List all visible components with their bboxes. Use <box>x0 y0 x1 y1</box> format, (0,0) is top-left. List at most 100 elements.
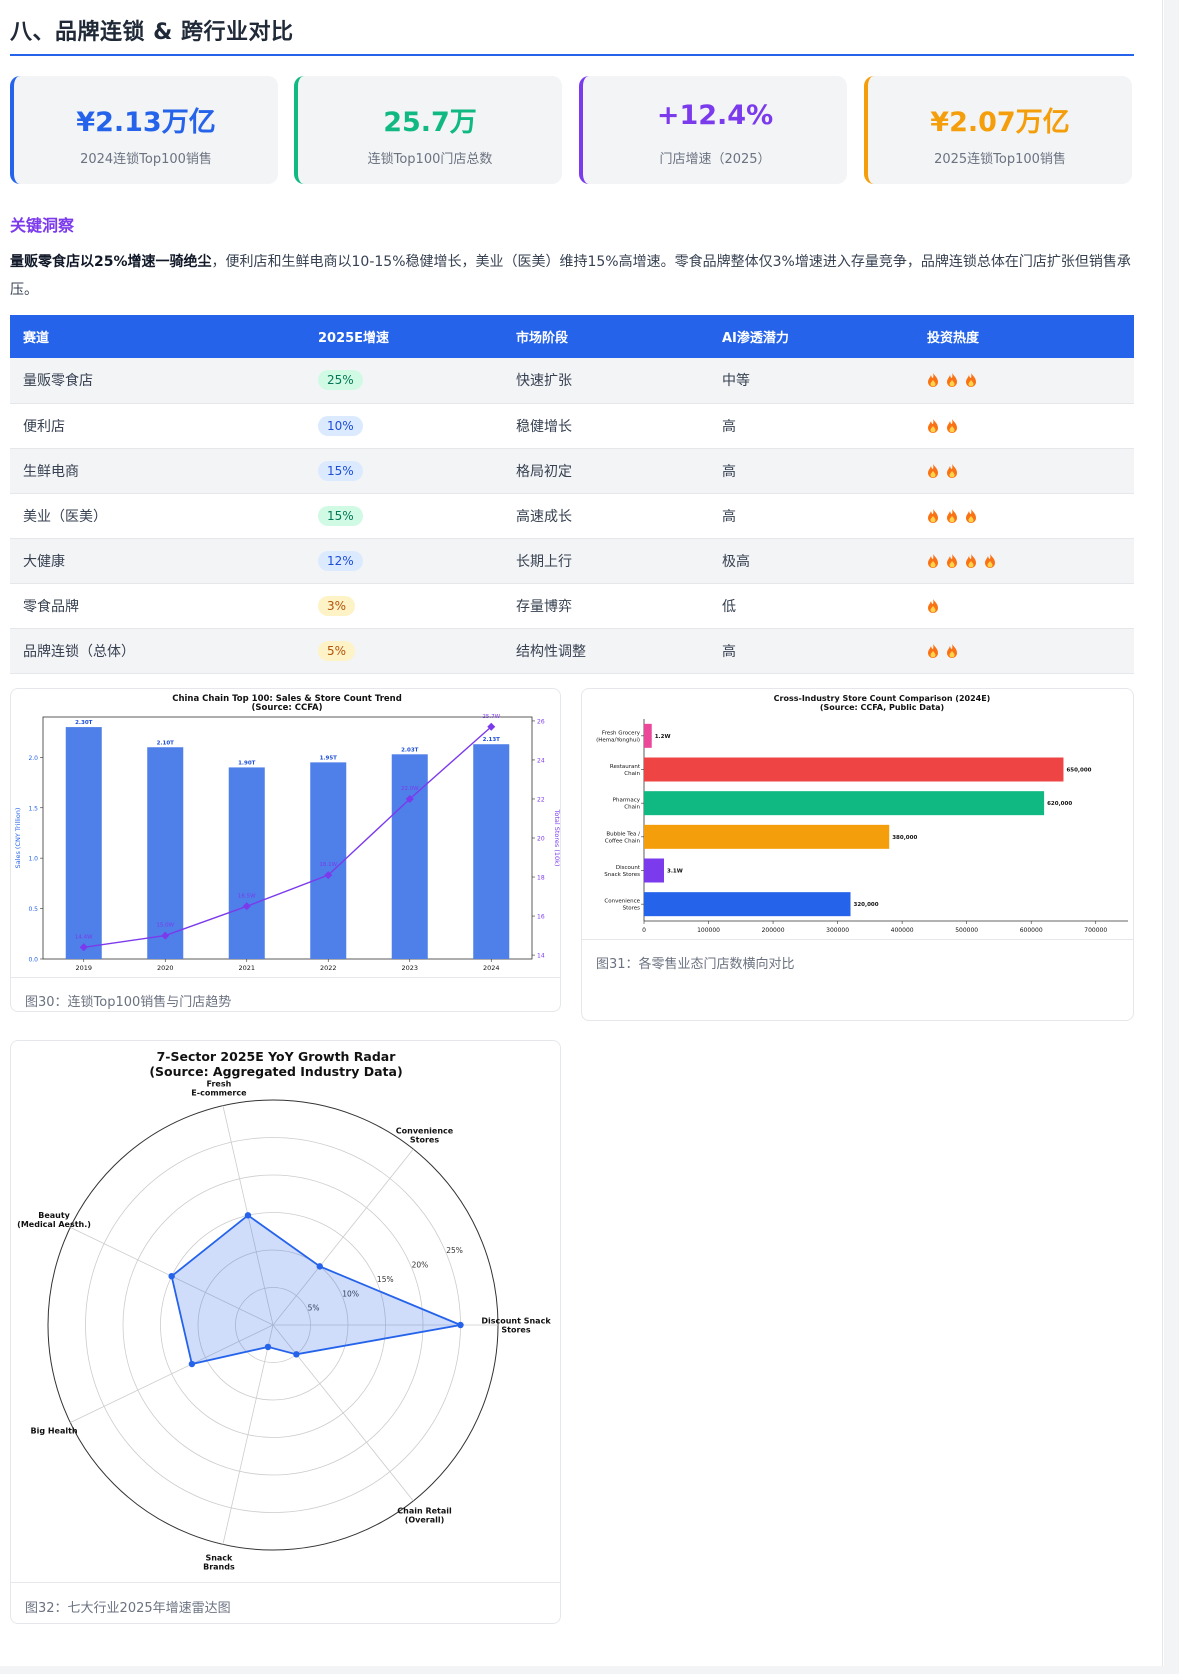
flame-icon <box>928 463 938 478</box>
kpi-value: 25.7万 <box>383 107 477 138</box>
col-header-track: 赛道 <box>10 315 305 358</box>
y-tick-label: 2.0 <box>28 755 38 762</box>
category-label: Pharmacy <box>613 798 641 804</box>
y2-tick-label: 14 <box>537 953 545 960</box>
growth-badge: 25% <box>318 370 363 391</box>
table-body: 量贩零食店 25% 快速扩张 中等 便利店 10% 稳健增长高生鲜电商 15% 格局初定高美业（… <box>10 358 1134 674</box>
cell-stage: 长期上行 <box>503 538 709 584</box>
growth-point <box>316 1263 323 1270</box>
flame-icon <box>985 553 995 568</box>
y2-tick-label: 22 <box>537 796 545 803</box>
table-row: 美业（医美） 15% 高速成长高 <box>10 493 1134 539</box>
bar-value-label: 650,000 <box>1066 768 1091 774</box>
radial-tick-label: 20% <box>412 1261 429 1270</box>
chart-subtitle: (Source: Aggregated Industry Data) <box>149 1064 402 1079</box>
cell-heat <box>914 628 1134 674</box>
kpi-value: +12.4% <box>656 100 774 131</box>
x-tick-label: 2022 <box>320 964 337 972</box>
category-label: Snack Stores <box>604 872 640 878</box>
table-row: 生鲜电商 15% 格局初定高 <box>10 448 1134 494</box>
category-label: Convenience <box>604 899 640 905</box>
kpi-label: 连锁Top100门店总数 <box>367 152 493 167</box>
growth-point <box>264 1343 272 1351</box>
bar <box>644 858 665 883</box>
category-label: Fresh Grocery <box>602 730 641 736</box>
flame-icon <box>928 418 938 433</box>
sector-table: 赛道 2025E增速 市场阶段 AI渗透潜力 投资热度 量贩零食店 25% 快速扩张… <box>10 315 1134 674</box>
flame-icon <box>928 553 938 568</box>
axis-label: E-commerce <box>191 1089 247 1098</box>
cell-track: 品牌连锁（总体） <box>10 628 305 674</box>
y2-tick-label: 26 <box>537 718 545 725</box>
y-tick-label: 1.5 <box>28 805 38 812</box>
col-header-ai: AI渗透潜力 <box>709 315 914 358</box>
axis-label: Convenience <box>396 1127 454 1136</box>
line-value-label: 14.4W <box>75 934 93 940</box>
bar-value-label: 1.2W <box>655 734 671 740</box>
y-tick-label: 0.0 <box>28 957 38 964</box>
cell-stage: 存量博弈 <box>503 583 709 629</box>
insight-paragraph: 量贩零食店以25%增速一骑绝尘，便利店和生鲜电商以10-15%稳健增长，美业（医… <box>10 248 1134 304</box>
flame-icon <box>928 373 938 388</box>
insight-title: 关键洞察 <box>10 216 75 235</box>
growth-series-area <box>170 1214 464 1366</box>
y-tick-label: 0.5 <box>28 906 38 913</box>
x-tick-label: 600000 <box>1020 927 1043 934</box>
bar <box>65 727 102 959</box>
kpi-card-store-growth: +12.4% 门店增速（2025） <box>579 76 847 184</box>
line-value-label: 16.5W <box>238 893 256 899</box>
figure-card-growth-radar: 7-Sector 2025E YoY Growth Radar (Source: … <box>10 1040 561 1624</box>
x-tick-label: 700000 <box>1084 927 1107 934</box>
axis-label: Beauty <box>38 1211 70 1220</box>
cell-track: 美业（医美） <box>10 493 305 539</box>
cell-growth: 15% <box>305 448 503 494</box>
figure-card-chain-trend: China Chain Top 100: Sales & Store Count… <box>10 688 561 1012</box>
flame-icon <box>966 508 976 523</box>
cell-growth: 10% <box>305 403 503 449</box>
radial-tick-label: 25% <box>446 1246 463 1255</box>
table-header-row: 赛道 2025E增速 市场阶段 AI渗透潜力 投资热度 <box>10 315 1134 358</box>
bar <box>644 723 652 748</box>
growth-point <box>188 1360 196 1368</box>
cell-stage: 结构性调整 <box>503 628 709 674</box>
growth-badge: 10% <box>318 415 363 436</box>
x-tick-label: 2024 <box>483 964 500 972</box>
x-tick-label: 2020 <box>157 964 174 972</box>
growth-radar-chart: 7-Sector 2025E YoY Growth Radar(Source: … <box>17 1049 551 1571</box>
line-value-label: 25.7W <box>482 714 500 720</box>
axis-label: (Overall) <box>405 1515 445 1524</box>
cell-ai: 中等 <box>709 358 914 404</box>
bar-value-label: 2.10T <box>157 740 175 746</box>
flame-icon <box>947 463 957 478</box>
axis-label: Snack <box>205 1553 233 1562</box>
x-tick-label: 400000 <box>891 927 914 934</box>
chart-title: 7-Sector 2025E YoY Growth Radar <box>157 1049 397 1064</box>
kpi-card-sales-2024: ¥2.13万亿 2024连锁Top100销售 <box>10 76 278 184</box>
growth-point <box>457 1321 464 1329</box>
cell-growth: 3% <box>305 583 503 629</box>
cell-ai: 极高 <box>709 538 914 584</box>
y2-tick-label: 16 <box>537 914 545 921</box>
category-label: (Hema/Yonghui) <box>596 737 640 743</box>
flame-icon <box>928 598 938 613</box>
cell-ai: 高 <box>709 448 914 494</box>
flame-icon <box>928 508 938 523</box>
page-bottom-strip <box>0 1666 1164 1674</box>
bar-value-label: 2.30T <box>75 720 93 726</box>
scrollbar-track[interactable] <box>1164 0 1179 1674</box>
radial-tick-label: 15% <box>377 1275 394 1284</box>
section-title: 八、品牌连锁 & 跨行业对比 <box>10 20 294 45</box>
flame-icon <box>966 553 976 568</box>
cell-track: 生鲜电商 <box>10 448 305 494</box>
cell-ai: 高 <box>709 493 914 539</box>
cell-heat <box>914 448 1134 494</box>
bar-value-label: 3.1W <box>667 869 683 875</box>
growth-point <box>293 1351 300 1358</box>
flame-icon <box>947 418 957 433</box>
title-divider <box>10 54 1134 56</box>
category-label: Discount <box>616 865 641 871</box>
cell-ai: 高 <box>709 628 914 674</box>
col-header-stage: 市场阶段 <box>503 315 709 358</box>
plot-frame <box>42 716 533 960</box>
cell-growth: 12% <box>305 538 503 584</box>
